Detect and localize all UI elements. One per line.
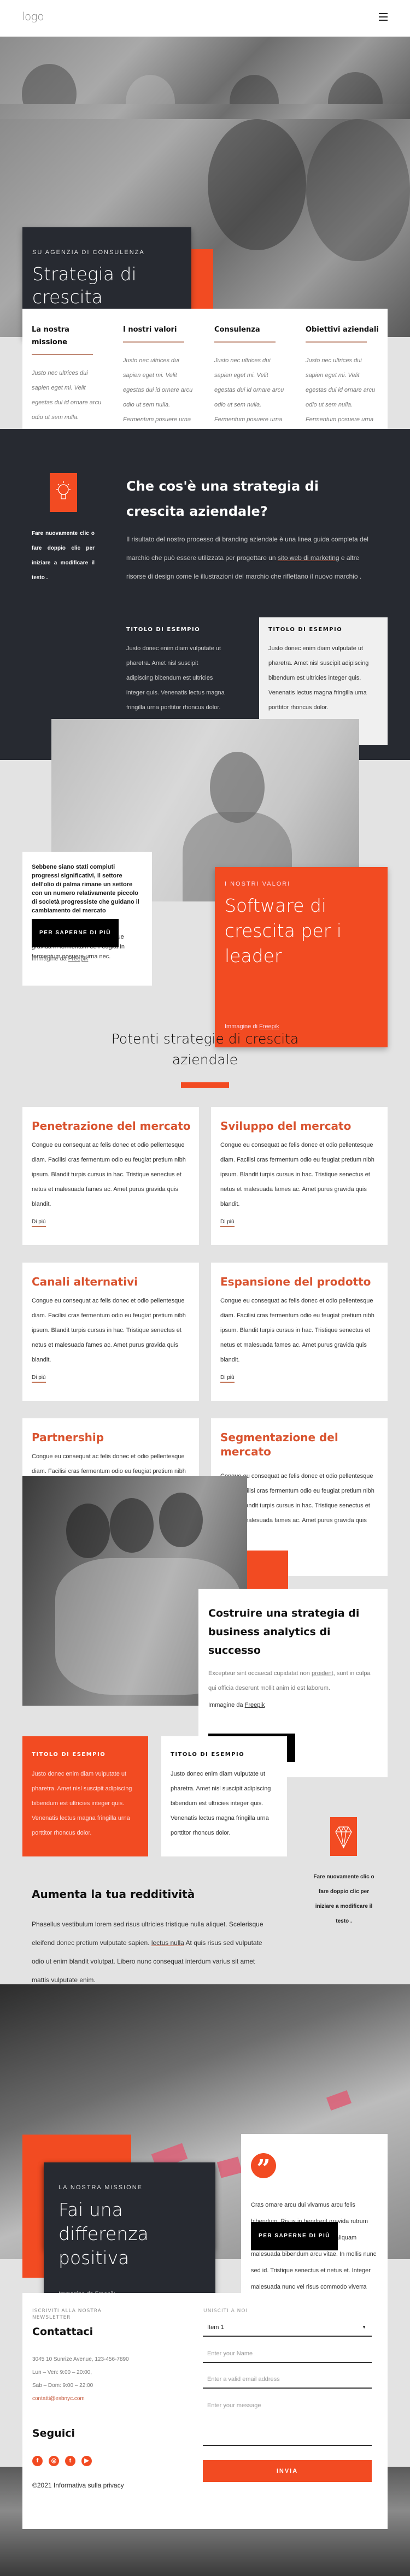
follow-title: Seguici (32, 2427, 75, 2439)
example-block: Titolo di esempio Justo donec enim diam … (268, 627, 369, 711)
profit-title: Aumenta la tua redditività (32, 1888, 195, 1901)
profit-text: Phasellus vestibulum lorem sed risus ult… (32, 1920, 263, 1984)
more-link[interactable]: Di più (32, 1375, 46, 1383)
freepik-link[interactable]: Freepik (245, 1702, 265, 1708)
hero-title: Strategia di crescita (32, 263, 137, 308)
hamburger-icon[interactable] (379, 13, 388, 22)
example-block: Titolo di esempio Justo donec enim diam … (161, 1736, 287, 1856)
site-header: logo (0, 0, 410, 37)
software-lead: Sebbene siano stati compiuti progressi s… (32, 864, 139, 914)
quote-card: ” Cras ornare arcu dui vivamus arcu feli… (241, 2134, 388, 2307)
more-link[interactable]: Di più (32, 1219, 46, 1227)
software-title: Software di crescita per i leader (225, 895, 342, 966)
side-note: Fare nuovamente clic o fare doppio clic … (32, 530, 95, 581)
freepik-link[interactable]: Freepik (68, 956, 89, 962)
youtube-icon[interactable]: ▶ (81, 2456, 92, 2466)
submit-button[interactable]: Invia (203, 2460, 372, 2482)
learn-more-button[interactable]: Per saperne di più (251, 2222, 338, 2250)
strategy-card: Espansione del prodotto Congue eu conseq… (211, 1263, 388, 1401)
more-link[interactable]: Di più (220, 1375, 235, 1383)
side-note: Fare nuovamente clic o fare doppio clic … (313, 1874, 374, 1924)
email-input[interactable]: Enter a valid email address (203, 2372, 372, 2389)
chevron-down-icon: ▼ (362, 2325, 366, 2330)
strategy-card: Canali alternativi Congue eu consequat a… (22, 1263, 199, 1401)
copyright[interactable]: ©2021 Informativa sulla privacy (32, 2481, 124, 2489)
quote-icon: ” (251, 2153, 276, 2183)
proident-link[interactable]: proident (312, 1670, 333, 1677)
title-divider (181, 1082, 229, 1088)
instagram-icon[interactable]: ◎ (49, 2456, 59, 2466)
strategy-card: Penetrazione del mercato Congue eu conse… (22, 1107, 199, 1245)
strategy-section: Fare nuovamente clic o fare doppio clic … (0, 429, 410, 760)
contact-card: Iscriviti alla nostra newsletter Contatt… (22, 2293, 388, 2529)
strategy-title: Che cos'è una strategia di crescita azie… (126, 479, 319, 519)
software-credit: Immagine da Freepik (32, 956, 89, 962)
example-block: Titolo di esempio Justo donec enim diam … (126, 627, 225, 711)
mission-title: Fai una differenza positiva (58, 2199, 149, 2268)
item-select[interactable]: Item 1 ▼ (203, 2320, 372, 2337)
lectus-link[interactable]: lectus nulla (151, 1939, 184, 1947)
name-input[interactable]: Enter your Name (203, 2347, 372, 2363)
message-textarea[interactable]: Enter your message (203, 2398, 372, 2446)
facebook-icon[interactable]: f (32, 2456, 43, 2466)
example-block: Titolo di esempio Justo donec enim diam … (22, 1736, 148, 1856)
diamond-icon (330, 1817, 357, 1856)
logo[interactable]: logo (22, 10, 44, 23)
more-link[interactable]: Di più (220, 1219, 235, 1227)
marketing-site-link[interactable]: sito web di marketing (278, 554, 339, 562)
analytics-title: Costruire una strategia di business anal… (208, 1607, 360, 1657)
hours-weekend: Sab – Dom: 9:00 – 22:00 (32, 2383, 93, 2389)
hours-weekday: Lun – Ven: 9:00 – 20:00, (32, 2369, 92, 2375)
learn-more-button[interactable]: Per saperne di più (32, 919, 119, 947)
social-links: f ◎ t ▶ (32, 2455, 98, 2466)
software-title-card: I nostri valori Software di crescita per… (215, 867, 388, 1047)
strategy-intro: Il risultato del nostro processo di bran… (126, 535, 368, 580)
twitter-icon[interactable]: t (65, 2456, 75, 2466)
contact-title: Contattaci (32, 2326, 93, 2338)
hero-eyebrow: Su agenzia di consulenza (32, 249, 145, 256)
feature-underline (32, 354, 93, 355)
address: 3045 10 Sunrize Avenue, 123-456-7890 (32, 2356, 129, 2362)
strategy-card: Sviluppo del mercato Congue eu consequat… (211, 1107, 388, 1245)
lightbulb-icon (50, 473, 77, 512)
email-link[interactable]: contatti@esbnyc.com (32, 2392, 129, 2406)
strategies-title: Potenti strategie di crescita aziendale (111, 1031, 299, 1068)
